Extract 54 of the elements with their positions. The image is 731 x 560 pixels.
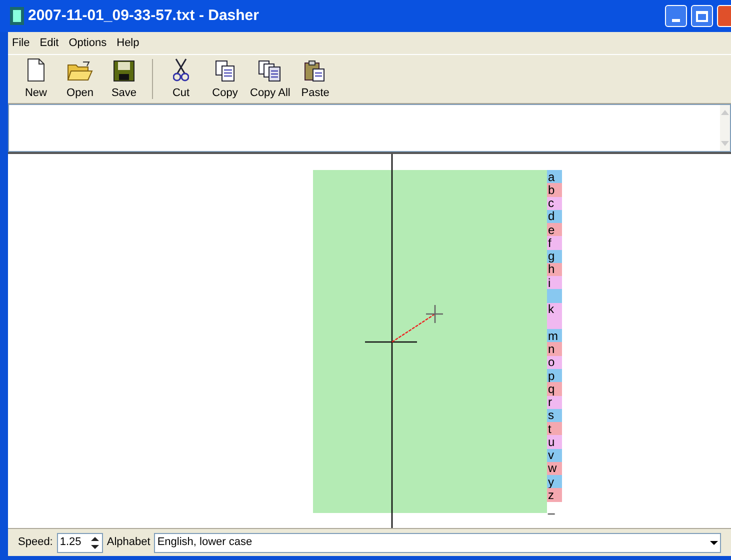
scissors-icon (173, 58, 189, 82)
alphabet-label: Alphabet (106, 535, 150, 550)
letter: q (548, 382, 555, 395)
maximize-icon (696, 10, 708, 22)
letter: e (548, 224, 555, 236)
maximize-button[interactable] (691, 5, 713, 27)
alphabet-dropdown[interactable]: English, lower case (154, 532, 721, 552)
toolbar-button[interactable]: Cut (159, 57, 203, 101)
letter: k (548, 303, 554, 316)
letter: p (548, 370, 555, 382)
minimize-button[interactable] (665, 5, 687, 27)
dropdown-arrow-icon (708, 538, 720, 546)
letter: d (548, 210, 555, 222)
letter: u (548, 436, 555, 448)
letter: f (548, 236, 552, 249)
copy-all-icon (258, 60, 282, 82)
letter: s (548, 409, 554, 422)
speed-spinner[interactable]: 1.25 (56, 532, 103, 552)
copy-icon (214, 60, 236, 82)
dasher-canvas[interactable]: a b c d e f g h i k m n o p q r s t u v w y z _ (8, 152, 731, 528)
letter: b (548, 184, 555, 196)
menu-item[interactable]: Help (116, 34, 140, 52)
letter: v (548, 449, 554, 462)
minimize-icon (672, 19, 680, 22)
toolbar-button[interactable]: Save (102, 57, 146, 101)
letter: i (548, 276, 551, 289)
menu-item[interactable]: Options (68, 34, 107, 52)
clipboard-icon (304, 60, 326, 82)
window-title: 2007-11-01_09-33-57.txt - Dasher (28, 6, 259, 26)
letter: h (548, 263, 555, 276)
close-button[interactable] (717, 5, 731, 27)
letter: r (548, 396, 552, 408)
letter: c (548, 197, 554, 210)
letter: m (548, 330, 558, 342)
toolbar-button[interactable]: Open (58, 57, 102, 101)
menu-item[interactable]: Edit (40, 34, 59, 52)
letter: n (548, 343, 555, 356)
menu-item[interactable]: File (12, 34, 30, 52)
letter: _ (548, 502, 555, 514)
speed-label: Speed: (18, 535, 53, 550)
folder-icon (67, 60, 93, 82)
letter: o (548, 356, 555, 368)
letter: z (548, 489, 554, 501)
toolbar-button[interactable]: New (14, 57, 58, 101)
letter: w (548, 462, 557, 474)
toolbar-button[interactable]: Copy All (247, 57, 294, 101)
letter: t (548, 422, 552, 435)
letter: y (548, 476, 554, 488)
app-icon (10, 7, 24, 25)
document-icon (26, 58, 46, 82)
toolbar-button[interactable]: Paste (293, 57, 338, 101)
toolbar-button[interactable]: Copy (203, 57, 247, 101)
letter: a (548, 170, 555, 183)
letter: g (548, 250, 555, 262)
